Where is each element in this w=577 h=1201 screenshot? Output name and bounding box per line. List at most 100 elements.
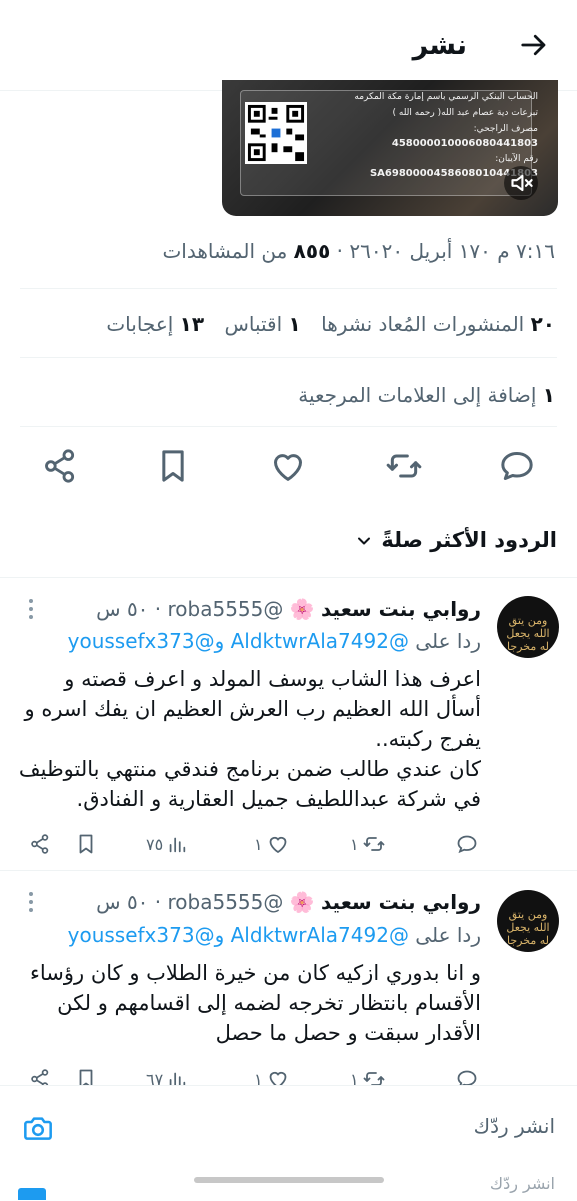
bookmark-icon[interactable] [74,830,98,858]
author-name[interactable]: روابي بنت سعيد [321,597,481,621]
likes-label: إعجابات [106,312,174,336]
reposts-count: ١ [350,1069,359,1086]
bookmark-icon[interactable] [74,1065,98,1085]
post-media-video[interactable]: الحساب البنكي الرسمي باسم إمارة مكة المك… [222,80,558,216]
avatar[interactable]: ومن يتق الله يجعل له مخرجا [497,596,559,658]
reposts-label: المنشورات المُعاد نشرها [321,312,525,336]
likes-count: ١٣ [179,312,205,336]
share-icon[interactable] [40,446,80,486]
camera-icon[interactable] [22,1112,54,1144]
reply-button[interactable] [455,830,482,858]
qr-code-image [245,102,307,164]
repost-icon[interactable] [384,446,424,486]
media-line-2: تبرعات دية عصام عبد الله( رحمه الله ) [392,108,539,118]
reply-item[interactable]: ومن يتق الله يجعل له مخرجا روابي بنت سعي… [0,871,577,1085]
reply-text: و انا بدوري ازكيه كان من خيرة الطلاب و ك… [30,961,481,1045]
repost-icon [363,837,384,851]
more-options-icon[interactable] [24,597,38,621]
replying-to: ردا على @AldktwrAla7492 و@youssefx373 [68,629,481,653]
views-button[interactable]: ٦٧ [146,1065,188,1085]
views-label: من المشاهدات [162,239,288,263]
reply-action-bar: ١ ١ ٧٥ [0,830,577,860]
media-line-4: 458000010006080441803 [391,138,538,149]
like-heart-icon [269,836,286,854]
post-action-bar [0,446,577,488]
flower-emoji: 🌸 [289,597,315,621]
replying-to-handles[interactable]: @AldktwrAla7492 و@youssefx373 [68,629,409,653]
likes-count: ١ [254,1069,263,1086]
divider [20,288,557,289]
reply-bubble-icon [457,835,477,854]
reply-text: اعرف هذا الشاب يوسف المولد و اعرف قصته و… [18,667,481,811]
reposts-count: ٢٠ [530,312,555,336]
replies-sort-label: الردود الأكثر صلةً [381,528,557,552]
replies-sort-dropdown[interactable]: الردود الأكثر صلةً [354,528,557,552]
views-count: ٦٧ [146,1069,164,1086]
avatar-calligraphy: ومن يتق الله يجعل له مخرجا [506,614,550,653]
media-line-3: مصرف الراجحي: [473,124,538,134]
divider [20,357,557,358]
likes-stat[interactable]: ١٣ إعجابات [106,312,204,336]
avatar[interactable]: ومن يتق الله يجعل له مخرجا [497,890,559,952]
views-count: ٧٥ [146,834,164,854]
chevron-down-icon [358,537,371,545]
views-bar-chart-icon [169,1072,186,1085]
share-icon[interactable] [28,1065,52,1085]
reply-action-bar: ١ ١ ٦٧ [0,1065,577,1085]
mute-button[interactable] [504,166,538,200]
reply-bubble-icon[interactable] [497,446,537,486]
repost-icon [363,1072,384,1085]
media-line-1: الحساب البنكي الرسمي باسم إمارة مكة المك… [354,92,538,102]
views-count: ٨٥٥ [293,239,331,263]
replying-to: ردا على @AldktwrAla7492 و@youssefx373 [68,923,481,947]
quotes-stat[interactable]: ١ اقتباس [224,312,300,336]
likes-count: ١ [254,834,263,854]
media-line-5: رقم الآيبان: [495,154,538,164]
like-heart-icon[interactable] [268,446,308,486]
author-handle[interactable]: @roba5555 [168,890,284,914]
avatar-calligraphy: ومن يتق الله يجعل له مخرجا [506,908,550,947]
replying-prefix: ردا على [415,923,481,947]
reply-bubble-icon [457,1070,477,1085]
reposts-stat[interactable]: ٢٠ المنشورات المُعاد نشرها [321,312,555,336]
reply-input-placeholder[interactable]: انشر ردّك [474,1114,555,1138]
divider [20,426,557,427]
gif-button[interactable] [18,1188,46,1200]
author-name[interactable]: روابي بنت سعيد [321,890,481,914]
bookmark-icon[interactable] [153,446,193,486]
post-timestamp-views: ٧:١٦ م ١٧٠ أبريل ٢٦٠٢٠ · ٨٥٥ من المشاهدا… [162,239,555,263]
bookmarks-stat[interactable]: ١ إضافة إلى العلامات المرجعية [298,383,555,407]
home-indicator[interactable] [194,1177,384,1183]
back-arrow-icon[interactable] [519,30,549,60]
quotes-count: ١ [288,312,301,336]
reply-item[interactable]: ومن يتق الله يجعل له مخرجا روابي بنت سعي… [0,578,577,870]
replying-to-handles[interactable]: @AldktwrAla7492 و@youssefx373 [68,923,409,947]
reply-header: روابي بنت سعيد 🌸 @roba5555 · ٥٠ س [96,890,481,914]
more-options-icon[interactable] [24,890,38,914]
like-button[interactable]: ١ [254,1065,290,1085]
reply-time: ٥٠ س [96,890,149,914]
views-button[interactable]: ٧٥ [146,830,188,858]
replying-prefix: ردا على [415,629,481,653]
engagement-stats: ٢٠ المنشورات المُعاد نشرها ١ اقتباس ١٣ إ… [106,312,555,336]
post-time: ٧:١٦ م ١٧٠ أبريل ٢٦٠٢٠ [349,239,555,263]
reply-button[interactable] [455,1065,482,1085]
like-button[interactable]: ١ [254,830,290,858]
bookmarks-label: إضافة إلى العلامات المرجعية [298,383,537,407]
reply-input-placeholder-secondary: انشر ردّك [489,1174,555,1193]
flower-emoji: 🌸 [289,890,315,914]
muted-speaker-icon [511,174,533,192]
like-heart-icon [269,1071,286,1085]
reply-header: روابي بنت سعيد 🌸 @roba5555 · ٥٠ س [96,597,481,621]
reply-compose-bar[interactable]: انشر ردّك انشر ردّك [0,1085,577,1201]
author-handle[interactable]: @roba5555 [168,597,284,621]
quotes-label: اقتباس [224,312,283,336]
reply-time: ٥٠ س [96,597,149,621]
page-title: نشر [412,30,467,61]
repost-button[interactable]: ١ [350,1065,386,1085]
reposts-count: ١ [350,834,359,854]
share-icon[interactable] [28,830,52,858]
views-bar-chart-icon [169,837,186,853]
repost-button[interactable]: ١ [350,830,386,858]
bookmarks-count: ١ [542,383,555,407]
